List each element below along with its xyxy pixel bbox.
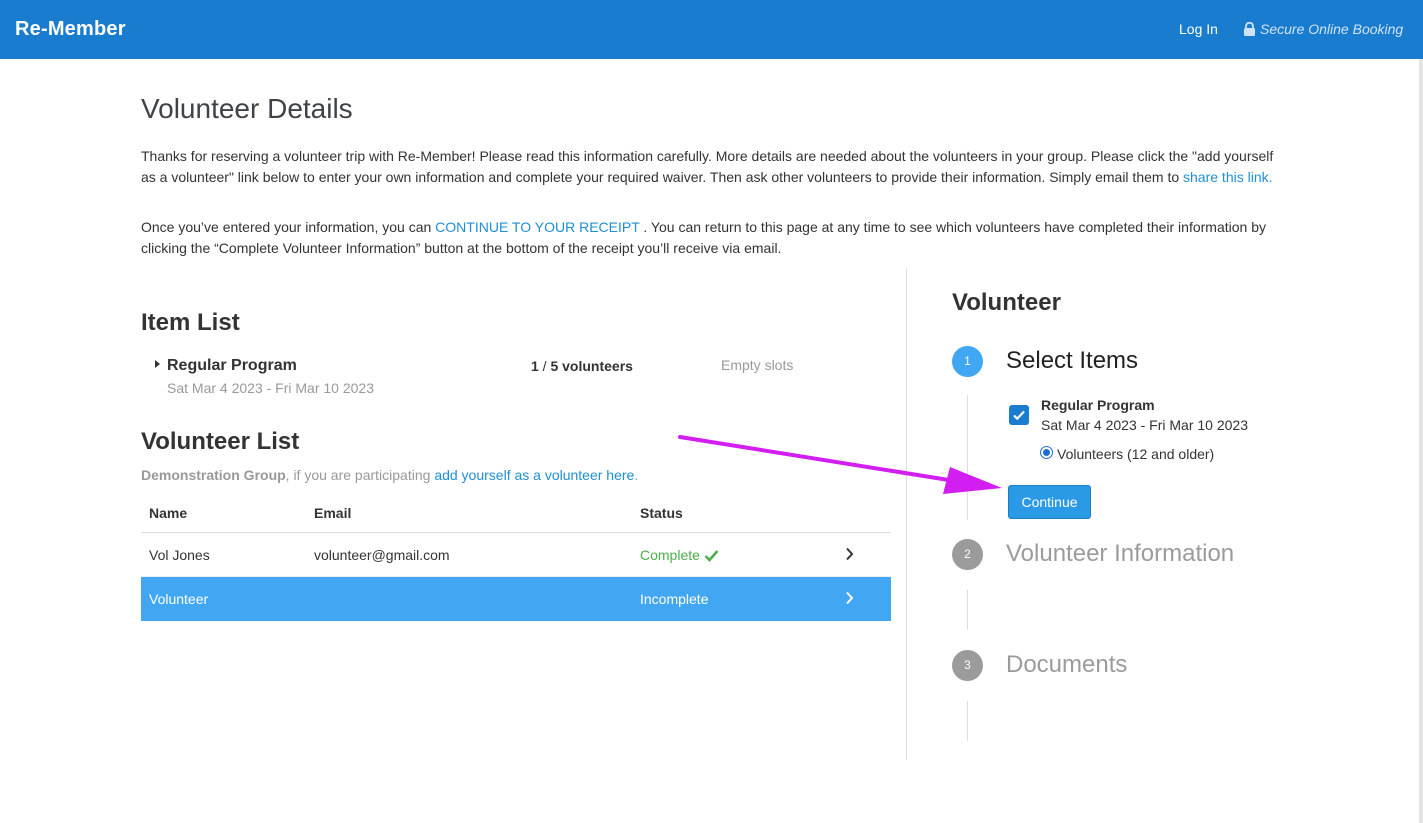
annotation-arrow xyxy=(678,435,1002,494)
